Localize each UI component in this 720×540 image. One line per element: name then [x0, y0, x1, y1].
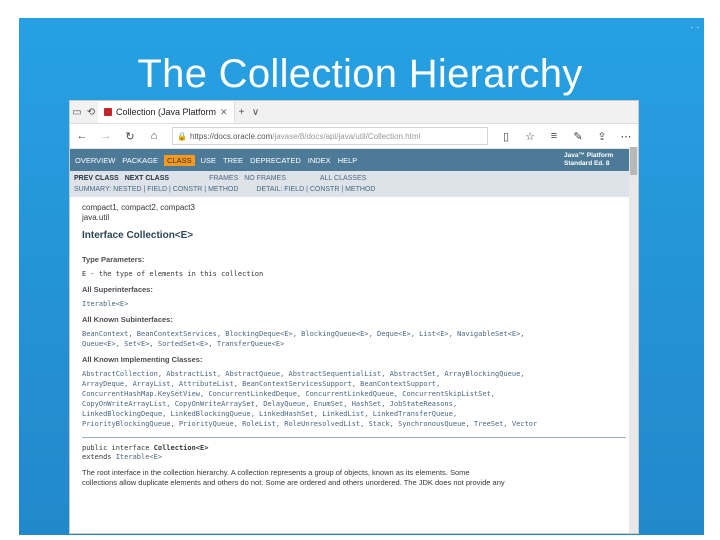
vertical-scrollbar[interactable]: [629, 147, 638, 533]
forward-arrow-icon[interactable]: →: [94, 130, 118, 142]
subinterfaces-list[interactable]: BeanContext, BeanContextServices, Blocki…: [82, 329, 626, 349]
javadoc-top-nav: OVERVIEW PACKAGE CLASS USE TREE DEPRECATED IND…: [70, 149, 638, 171]
favorite-star-icon[interactable]: ☆: [518, 130, 542, 143]
implementing-classes-label: All Known Implementing Classes:: [82, 355, 203, 364]
profiles-label: compact1, compact2, compact3: [82, 203, 195, 212]
interface-heading: Interface Collection<E>: [82, 230, 194, 241]
dots-decoration: · ·: [690, 22, 700, 33]
no-frames-link[interactable]: NO FRAMES: [244, 173, 286, 184]
url-host: https://docs.oracle.com: [189, 131, 273, 141]
decl-name: Collection<E>: [153, 444, 209, 452]
impl-line[interactable]: ArrayDeque, ArrayList, AttributeList, Be…: [82, 379, 626, 389]
implementing-classes-list[interactable]: AbstractCollection, AbstractList, Abstra…: [82, 369, 626, 429]
subinterfaces-line[interactable]: BeanContext, BeanContextServices, Blocki…: [82, 329, 626, 339]
package-label: java.util: [82, 213, 110, 222]
java-brand: Java™ Platform Standard Ed. 8: [564, 152, 634, 168]
url-path: /javase/8/docs/api/java/util/Collection.…: [272, 131, 421, 141]
share-icon[interactable]: ⇪: [590, 130, 614, 143]
superinterfaces-label: All Superinterfaces:: [82, 285, 153, 294]
detail-links[interactable]: DETAIL: FIELD | CONSTR | METHOD: [256, 184, 375, 195]
description-line: The root interface in the collection hie…: [82, 468, 470, 477]
tab-bar: ▭ ⟲ Collection (Java Platform ✕ + ∨: [70, 101, 638, 124]
subinterfaces-line[interactable]: Queue<E>, Set<E>, SortedSet<E>, Transfer…: [82, 339, 626, 349]
top-nav-overview[interactable]: OVERVIEW: [74, 155, 116, 166]
scrollbar-thumb[interactable]: [630, 147, 637, 175]
refresh-icon[interactable]: ↻: [118, 130, 142, 143]
impl-line[interactable]: PriorityBlockingQueue, PriorityQueue, Ro…: [82, 419, 626, 429]
declaration: public interface Collection<E> extends I…: [82, 444, 626, 462]
brand-line1: Java™ Platform: [564, 152, 614, 159]
impl-line[interactable]: CopyOnWriteArrayList, CopyOnWriteArraySe…: [82, 399, 626, 409]
slide: · · The Collection Hierarchy ▭ ⟲ Collect…: [0, 0, 720, 540]
impl-line[interactable]: ConcurrentHashMap.KeySetView, Concurrent…: [82, 389, 626, 399]
browser-tab[interactable]: Collection (Java Platform ✕: [98, 101, 235, 123]
oracle-favicon-icon: [104, 108, 112, 116]
home-icon[interactable]: ⌂: [142, 130, 166, 142]
slide-title: The Collection Hierarchy: [137, 52, 583, 96]
top-nav-package[interactable]: PACKAGE: [121, 155, 159, 166]
javadoc-sub-nav: PREV CLASS NEXT CLASS FRAMES NO FRAMES A…: [70, 171, 638, 197]
decl-extends: extends: [82, 453, 116, 461]
back-arrow-icon[interactable]: ←: [70, 130, 94, 142]
impl-line[interactable]: LinkedBlockingDeque, LinkedBlockingQueue…: [82, 409, 626, 419]
frames-link[interactable]: FRAMES: [209, 173, 238, 184]
brand-line2: Standard Ed. 8: [564, 160, 610, 167]
new-tab-icon[interactable]: +: [235, 107, 249, 118]
nav-bar: ← → ↻ ⌂ 🔒 https://docs.oracle.com/javase…: [70, 124, 638, 149]
top-nav-use[interactable]: USE: [200, 155, 217, 166]
type-params-value: E - the type of elements in this collect…: [82, 270, 264, 278]
top-nav-deprecated[interactable]: DEPRECATED: [249, 155, 302, 166]
description-line: collections allow duplicate elements and…: [82, 478, 505, 487]
browser-screenshot: ▭ ⟲ Collection (Java Platform ✕ + ∨ ← → …: [69, 100, 639, 534]
javadoc-content: compact1, compact2, compact3 java.util I…: [70, 197, 638, 488]
impl-line[interactable]: AbstractCollection, AbstractList, Abstra…: [82, 369, 626, 379]
tab-title: Collection (Java Platform: [116, 107, 217, 117]
all-classes-link[interactable]: ALL CLASSES: [320, 173, 366, 184]
next-class-link[interactable]: NEXT CLASS: [125, 173, 169, 184]
decl-keyword: public interface: [82, 444, 154, 452]
prev-class-link[interactable]: PREV CLASS: [74, 173, 119, 184]
lock-icon: 🔒: [177, 131, 187, 141]
address-bar[interactable]: 🔒 https://docs.oracle.com/javase/8/docs/…: [172, 127, 488, 145]
summary-links[interactable]: SUMMARY: NESTED | FIELD | CONSTR | METHO…: [74, 184, 238, 195]
top-nav-class[interactable]: CLASS: [164, 154, 195, 166]
tab-preview-icon[interactable]: ▭: [70, 107, 84, 118]
divider: [82, 437, 626, 438]
tab-dropdown-icon[interactable]: ∨: [249, 107, 263, 118]
top-nav-links: OVERVIEW PACKAGE CLASS USE TREE DEPRECATED IND…: [74, 154, 359, 166]
more-icon[interactable]: ⋯: [614, 130, 638, 143]
description: The root interface in the collection hie…: [82, 468, 626, 488]
notes-icon[interactable]: ✎: [566, 130, 590, 143]
close-tab-icon[interactable]: ✕: [220, 107, 228, 118]
superinterfaces-link[interactable]: Iterable<E>: [82, 299, 626, 309]
hub-icon[interactable]: ≡: [542, 130, 566, 142]
top-nav-help[interactable]: HELP: [337, 155, 359, 166]
subinterfaces-label: All Known Subinterfaces:: [82, 315, 173, 324]
reading-view-icon[interactable]: ▯: [494, 130, 518, 143]
set-aside-icon[interactable]: ⟲: [84, 107, 98, 118]
top-nav-index[interactable]: INDEX: [307, 155, 332, 166]
decl-iterable-link[interactable]: Iterable<E>: [116, 453, 162, 461]
top-nav-tree[interactable]: TREE: [222, 155, 244, 166]
type-params-label: Type Parameters:: [82, 255, 145, 264]
